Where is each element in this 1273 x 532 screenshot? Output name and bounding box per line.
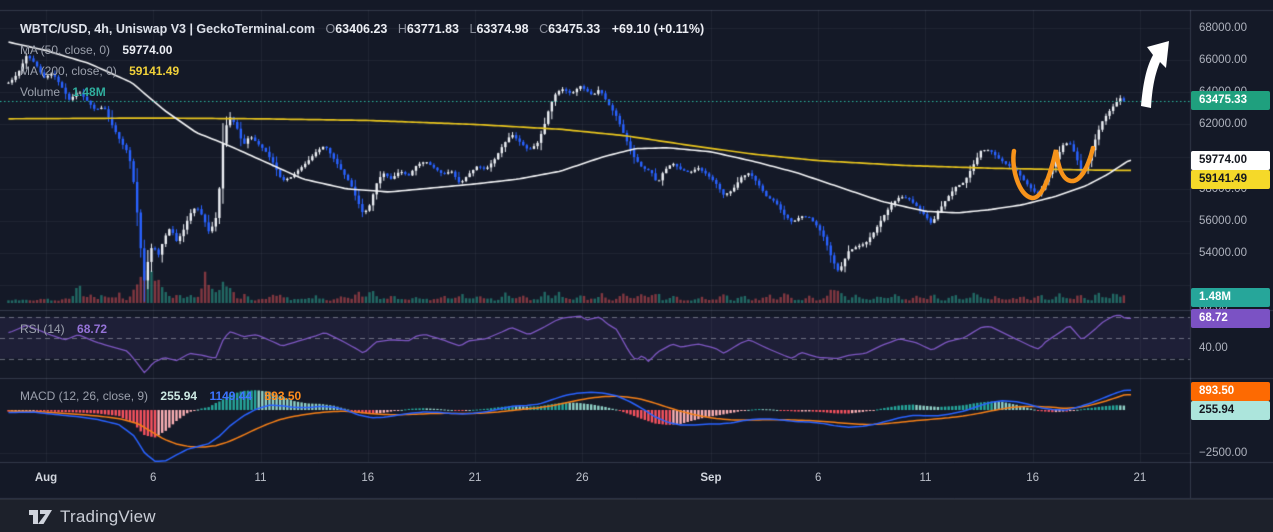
ma200-value: 59141.49 (129, 64, 180, 78)
rsi-axis-label: 40.00 (1199, 342, 1228, 355)
time-axis-label: Sep (700, 472, 722, 484)
symbol-title[interactable]: WBTC/USD, 4h, Uniswap V3 | GeckoTerminal… (20, 22, 315, 36)
price-axis-label: 66000.00 (1199, 54, 1247, 67)
volume-value: 1.48M (72, 85, 106, 99)
ma50-badge: 59774.00 (1191, 150, 1270, 170)
rsi-status-line[interactable]: RSI (14) 68.72 (20, 322, 107, 336)
ma200-badge: 59141.49 (1191, 169, 1270, 189)
time-axis-label: 11 (254, 472, 267, 484)
time-axis[interactable]: Aug 6 11 16 21 26 Sep 6 11 16 21 (0, 463, 1190, 498)
time-axis-label: 6 (814, 472, 822, 484)
time-axis-label: Aug (34, 472, 58, 484)
high-key: H (397, 22, 407, 36)
macd-hist-value: 255.94 (160, 389, 198, 403)
price-axis-label: 56000.00 (1199, 214, 1247, 227)
attribution-bar: TradingView (0, 499, 1273, 532)
chart-root: WBTC/USD, 4h, Uniswap V3 | GeckoTerminal… (0, 0, 1273, 532)
high-value: 63771.83 (406, 22, 460, 36)
time-axis-label: 16 (1026, 472, 1040, 484)
close-value: 63475.33 (548, 22, 601, 36)
macd-signal-value: 893.50 (264, 389, 302, 403)
macd-hist-badge: 255.94 (1191, 401, 1270, 421)
indicator-ma50[interactable]: MA (50, close, 0) 59774.00 (20, 43, 172, 57)
volume-badge: 1.48M (1191, 287, 1270, 307)
macd-signal-badge: 893.50 (1191, 382, 1270, 402)
time-axis-label: 6 (150, 472, 157, 484)
indicator-volume[interactable]: Volume 1.48M (20, 85, 106, 99)
price-axis-label: 62000.00 (1199, 118, 1247, 131)
price-axis-label: 54000.00 (1199, 247, 1247, 260)
time-axis-label: 16 (361, 472, 375, 484)
change-value: +69.10 (+0.11%) (611, 22, 705, 36)
rsi-value: 68.72 (77, 322, 108, 336)
chart-canvas[interactable] (0, 0, 1273, 532)
indicator-ma200[interactable]: MA (200, close, 0) 59141.49 (20, 64, 179, 78)
tradingview-label: TradingView (60, 507, 156, 526)
open-value: 63406.23 (335, 22, 388, 36)
symbol-status-line[interactable]: WBTC/USD, 4h, Uniswap V3 | GeckoTerminal… (20, 22, 704, 36)
last-price-badge: 63475.33 (1191, 91, 1270, 111)
macd-line-value: 1149.44 (209, 389, 253, 403)
rsi-badge: 68.72 (1191, 308, 1270, 328)
time-axis-label: 21 (1133, 472, 1147, 484)
time-axis-label: 11 (919, 472, 932, 484)
low-value: 63374.98 (476, 22, 529, 36)
tradingview-logo-icon (29, 510, 52, 524)
macd-status-line[interactable]: MACD (12, 26, close, 9) 255.94 1149.44 8… (20, 389, 301, 403)
close-key: C (539, 22, 549, 36)
price-axis[interactable]: 68000.0066000.0064000.0062000.0058000.00… (1191, 10, 1273, 498)
open-key: O (325, 22, 336, 36)
time-axis-label: 26 (575, 472, 589, 484)
time-axis-label: 21 (468, 472, 482, 484)
ma50-value: 59774.00 (122, 43, 173, 57)
tradingview-link[interactable]: TradingView (28, 507, 156, 527)
price-axis-label: 68000.00 (1199, 22, 1247, 34)
macd-axis-label: −2500.00 (1199, 446, 1248, 459)
